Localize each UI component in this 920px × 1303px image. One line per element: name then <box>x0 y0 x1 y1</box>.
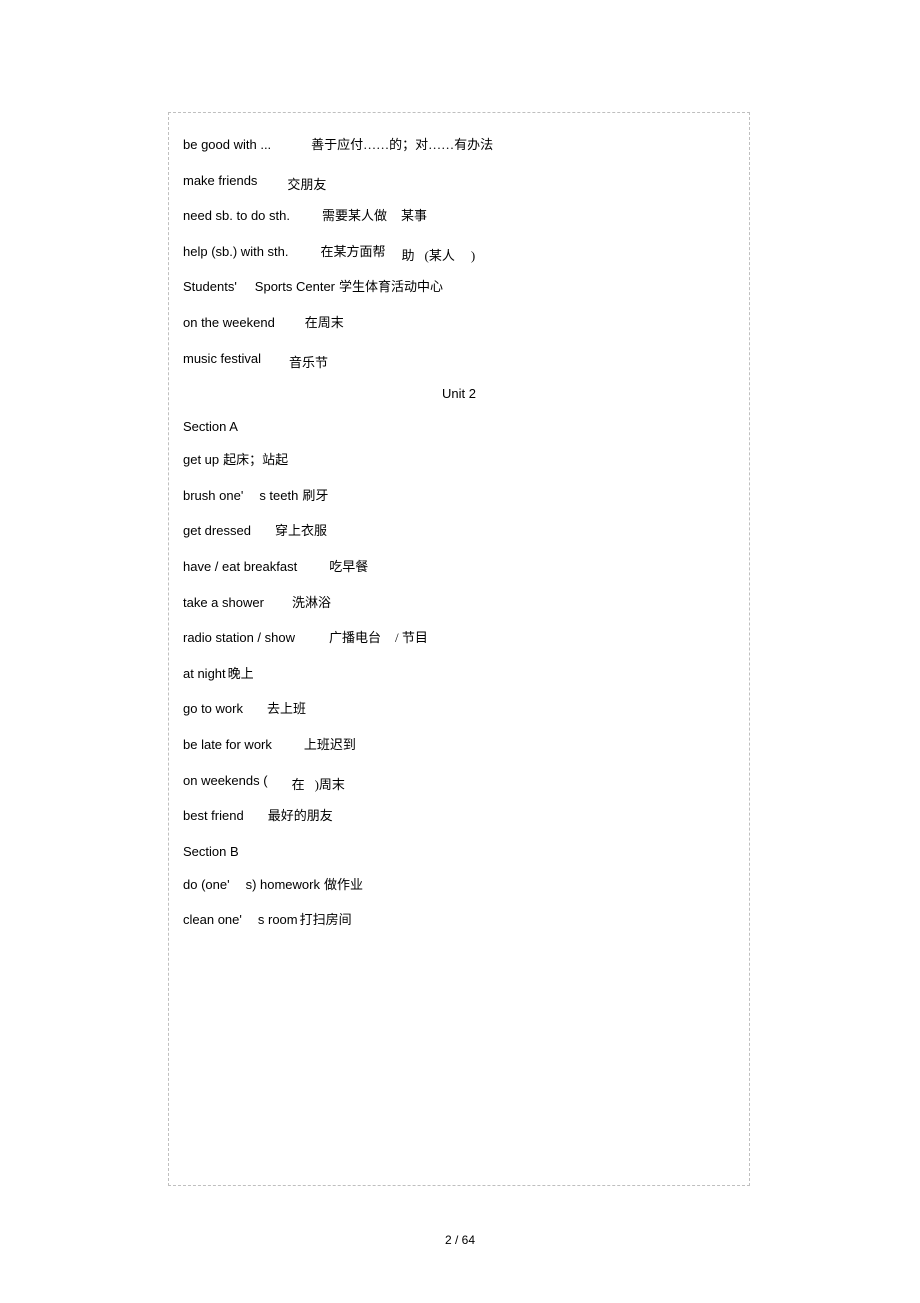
vocab-entry: at night晚上 <box>183 666 735 682</box>
text-fragment: 起床；站起 <box>223 452 288 468</box>
text-fragment: go to work <box>183 701 243 717</box>
text-fragment: 吃早餐 <box>329 559 368 575</box>
text-fragment: / 节目 <box>395 630 428 646</box>
section-b-heading: Section B <box>183 844 735 859</box>
vocab-entry: go to work 去上班 <box>183 701 735 717</box>
text-fragment: music festival <box>183 351 261 367</box>
vocab-entry: get dressed 穿上衣服 <box>183 523 735 539</box>
vocab-entry: on weekends (在)周末 <box>183 773 735 789</box>
text-fragment: 某事 <box>401 208 427 224</box>
text-fragment: 广播电台 <box>329 630 381 646</box>
vocab-entry: radio station / show 广播电台 / 节目 <box>183 630 735 646</box>
text-fragment: 助 <box>402 248 415 264</box>
vocab-entry: clean one' s room打扫房间 <box>183 912 735 928</box>
text-fragment: ) <box>471 248 475 264</box>
text-fragment: help (sb.) with sth. <box>183 244 289 260</box>
text-fragment: be late for work <box>183 737 272 753</box>
text-fragment: 善于应付……的；对……有办法 <box>311 137 493 153</box>
text-fragment: on weekends ( <box>183 773 268 789</box>
vocab-entry: on the weekend 在周末 <box>183 315 735 331</box>
text-fragment: 最好的朋友 <box>268 808 333 824</box>
text-fragment: 在周末 <box>305 315 344 331</box>
text-fragment: 音乐节 <box>289 355 328 371</box>
text-fragment: at night <box>183 666 226 682</box>
text-fragment: 做作业 <box>324 877 363 893</box>
page-sep: / <box>455 1233 458 1247</box>
text-fragment: clean one' <box>183 912 242 928</box>
text-fragment: get dressed <box>183 523 251 539</box>
text-fragment: 去上班 <box>267 701 306 717</box>
text-fragment: 在 <box>292 777 305 793</box>
vocab-entry: do (one' s) homework做作业 <box>183 877 735 893</box>
text-fragment: )周末 <box>315 777 345 793</box>
text-fragment: take a shower <box>183 595 264 611</box>
text-fragment: 学生体育活动中心 <box>339 279 443 295</box>
text-fragment: 刷牙 <box>302 488 328 504</box>
text-fragment: 上班迟到 <box>304 737 356 753</box>
text-fragment: 晚上 <box>228 666 254 682</box>
text-fragment: s room <box>258 912 298 928</box>
vocab-entry: have / eat breakfast 吃早餐 <box>183 559 735 575</box>
text-fragment: s teeth <box>259 488 298 504</box>
section-b-entries: do (one' s) homework做作业 clean one' s room打扫… <box>183 877 735 928</box>
text-fragment: Students' <box>183 279 237 295</box>
vocab-entry: best friend 最好的朋友 <box>183 808 735 824</box>
page-number: 2 / 64 <box>0 1233 920 1247</box>
text-fragment: 需要某人做 <box>322 208 387 224</box>
text-fragment: 洗淋浴 <box>292 595 331 611</box>
page-current: 2 <box>445 1233 452 1247</box>
vocab-entry: be late for work 上班迟到 <box>183 737 735 753</box>
text-fragment: have / eat breakfast <box>183 559 297 575</box>
text-fragment: s) homework <box>246 877 320 893</box>
text-fragment: Sports Center <box>255 279 335 295</box>
section-a-entries: get up起床；站起 brush one' s teeth刷牙 get dresse… <box>183 452 735 824</box>
top-entries: be good with ... 善于应付……的；对……有办法 make frien… <box>183 137 735 366</box>
vocab-entry: help (sb.) with sth.在某方面帮助(某人) <box>183 244 735 260</box>
text-fragment: get up <box>183 452 219 468</box>
text-fragment: radio station / show <box>183 630 295 646</box>
text-fragment: make friends <box>183 173 257 189</box>
text-fragment: best friend <box>183 808 244 824</box>
text-fragment: 在某方面帮 <box>321 244 386 260</box>
text-fragment: 穿上衣服 <box>275 523 327 539</box>
section-a-heading: Section A <box>183 419 735 434</box>
vocab-entry: get up起床；站起 <box>183 452 735 468</box>
unit-title: Unit 2 <box>183 386 735 401</box>
text-fragment: 交朋友 <box>287 177 326 193</box>
vocab-entry: music festival音乐节 <box>183 351 735 367</box>
text-fragment: brush one' <box>183 488 243 504</box>
text-fragment: need sb. to do sth. <box>183 208 290 224</box>
text-fragment: be good with ... <box>183 137 271 153</box>
text-fragment: on the weekend <box>183 315 275 331</box>
content-box: be good with ... 善于应付……的；对……有办法 make frien… <box>168 112 750 1186</box>
vocab-entry: be good with ... 善于应付……的；对……有办法 <box>183 137 735 153</box>
vocab-entry: need sb. to do sth. 需要某人做某事 <box>183 208 735 224</box>
text-fragment: do (one' <box>183 877 230 893</box>
text-fragment: (某人 <box>425 248 455 264</box>
text-fragment: 打扫房间 <box>300 912 352 928</box>
vocab-entry: take a shower 洗淋浴 <box>183 595 735 611</box>
vocab-entry: make friends交朋友 <box>183 173 735 189</box>
page-total: 64 <box>462 1233 475 1247</box>
vocab-entry: Students' Sports Center学生体育活动中心 <box>183 279 735 295</box>
vocab-entry: brush one' s teeth刷牙 <box>183 488 735 504</box>
page: be good with ... 善于应付……的；对……有办法 make frien… <box>0 0 920 1303</box>
